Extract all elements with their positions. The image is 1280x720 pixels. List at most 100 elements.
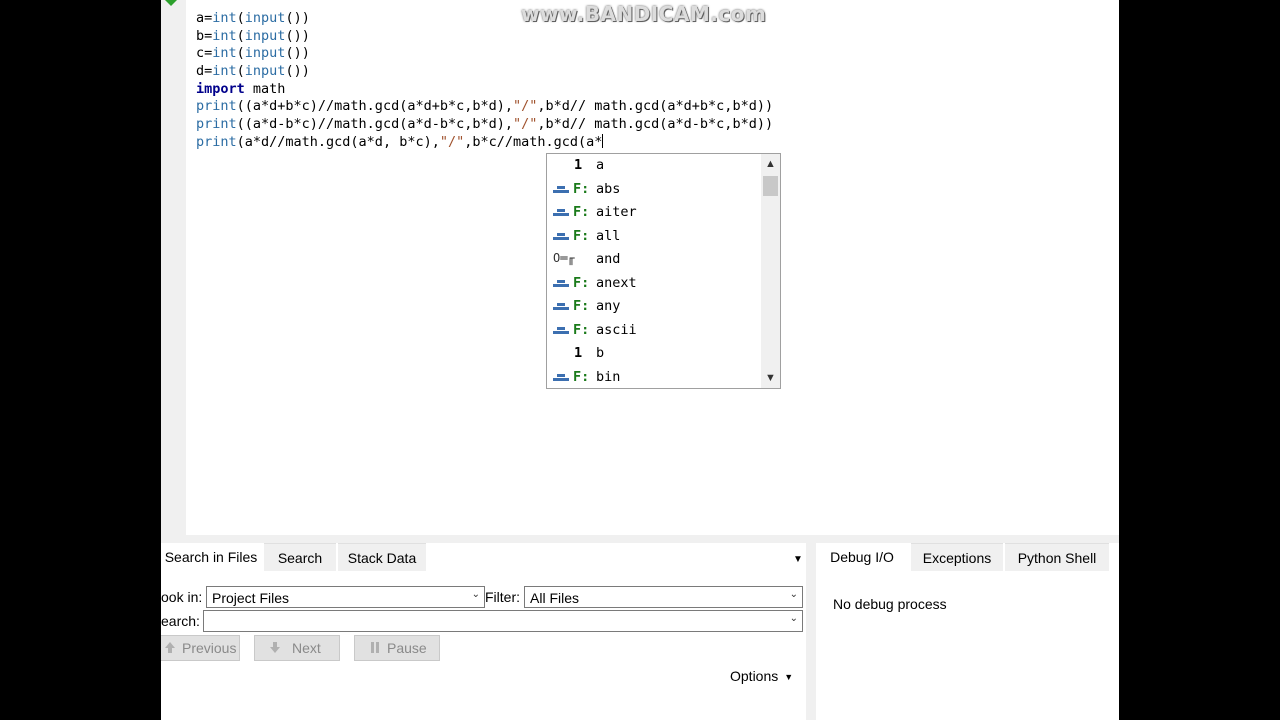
tab-search[interactable]: Search xyxy=(264,543,336,571)
autocomplete-item[interactable]: F: abs xyxy=(547,178,761,202)
code-token: ()) xyxy=(285,10,310,26)
code-line[interactable]: print((a*d+b*c)//math.gcd(a*d+b*c,b*d),"… xyxy=(196,98,773,116)
function-icon xyxy=(553,207,570,217)
tab-stack-data[interactable]: Stack Data xyxy=(338,543,426,571)
code-line[interactable]: print(a*d//math.gcd(a*d, b*c),"/",b*c//m… xyxy=(196,133,773,152)
number-type-icon: 1 xyxy=(574,157,583,173)
scroll-up-icon[interactable]: ▲ xyxy=(761,156,780,172)
code-token: print xyxy=(196,98,237,115)
previous-button[interactable]: Previous xyxy=(161,635,240,661)
filter-select[interactable]: All Files ⌄ xyxy=(524,586,803,608)
function-icon xyxy=(553,325,570,335)
code-token: ()) xyxy=(285,45,310,62)
code-token: int xyxy=(212,45,237,62)
bandicam-watermark: www.BANDICAM.com xyxy=(521,2,767,26)
autocomplete-list[interactable]: 1 a F: abs F: aiter F: all O═╓ and F: anext F: any F: a… xyxy=(547,154,761,389)
autocomplete-item-label: a xyxy=(596,157,605,173)
code-line[interactable]: c=int(input()) xyxy=(196,45,773,63)
autocomplete-item-label: and xyxy=(596,251,621,267)
options-menu[interactable]: Options ▼ xyxy=(730,668,793,684)
autocomplete-popup[interactable]: 1 a F: abs F: aiter F: all O═╓ and F: anext F: any F: a… xyxy=(546,153,781,389)
next-label: Next xyxy=(292,640,321,656)
code-token: int xyxy=(212,10,237,26)
pause-label: Pause xyxy=(387,640,427,656)
code-token: ( xyxy=(236,27,245,44)
code-token: ( xyxy=(236,45,245,62)
code-line[interactable]: d=int(input()) xyxy=(196,63,773,81)
pause-button[interactable]: Pause xyxy=(354,635,440,661)
code-token: print xyxy=(196,133,237,150)
scroll-thumb[interactable] xyxy=(763,176,778,196)
code-token: ( xyxy=(236,63,245,80)
code-token: ,b*c//math.gcd(a* xyxy=(464,133,603,150)
text-caret xyxy=(602,133,604,148)
code-token: "/" xyxy=(512,116,538,133)
search-panel: Search in Files Search Stack Data ▼ ook … xyxy=(161,543,806,720)
code-token: ( xyxy=(236,10,245,26)
autocomplete-item-label: all xyxy=(596,227,621,244)
autocomplete-item-label: ascii xyxy=(596,321,637,338)
code-token: math xyxy=(244,80,286,97)
autocomplete-item[interactable]: F: aiter xyxy=(547,201,761,225)
autocomplete-item[interactable]: F: anext xyxy=(547,272,761,296)
function-type-icon: F: xyxy=(573,368,590,385)
autocomplete-item-label: bin xyxy=(596,368,621,385)
code-editor[interactable]: a=int(input()) b=int(input()) c=int(input(… xyxy=(161,0,1119,535)
look-in-label: ook in: xyxy=(161,589,203,605)
code-token: input xyxy=(244,10,286,26)
code-token: ,b*d// math.gcd(a*d+b*c,b*d)) xyxy=(537,98,774,115)
tab-menu-icon[interactable]: ▼ xyxy=(793,554,803,565)
search-input[interactable]: ⌄ xyxy=(203,610,803,632)
chevron-down-icon: ⌄ xyxy=(789,589,798,600)
code-token: ((a*d+b*c)//math.gcd(a*d+b*c,b*d), xyxy=(236,98,513,115)
autocomplete-item[interactable]: 1a xyxy=(547,154,761,178)
code-token: print xyxy=(196,116,237,133)
autocomplete-item[interactable]: O═╓ and xyxy=(547,248,761,272)
code-token: ()) xyxy=(285,27,310,44)
autocomplete-item[interactable]: 1b xyxy=(547,342,761,366)
tab-python-shell[interactable]: Python Shell xyxy=(1005,543,1109,571)
autocomplete-item-label: abs xyxy=(596,180,621,197)
tab-debug-io[interactable]: Debug I/O xyxy=(816,543,908,571)
number-type-icon: 1 xyxy=(574,345,583,361)
code-token: ((a*d-b*c)//math.gcd(a*d-b*c,b*d), xyxy=(236,116,513,133)
search-label: earch: xyxy=(161,613,200,629)
code-token: int xyxy=(212,27,237,44)
function-icon xyxy=(553,231,570,241)
ide-window: a=int(input()) b=int(input()) c=int(input(… xyxy=(161,0,1119,720)
autocomplete-item[interactable]: F: any xyxy=(547,295,761,319)
code-line[interactable]: b=int(input()) xyxy=(196,28,773,46)
previous-label: Previous xyxy=(182,640,237,656)
code-token: input xyxy=(244,27,286,44)
tab-exceptions[interactable]: Exceptions xyxy=(911,543,1003,571)
function-icon xyxy=(553,301,570,311)
chevron-down-icon: ⌄ xyxy=(789,613,798,624)
code-token: import xyxy=(196,80,245,97)
look-in-value: Project Files xyxy=(212,590,290,606)
autocomplete-item-label: aiter xyxy=(596,204,637,220)
function-type-icon: F: xyxy=(573,274,590,291)
autocomplete-scrollbar[interactable]: ▲ ▼ xyxy=(761,154,780,388)
code-line[interactable]: import math xyxy=(196,81,773,99)
function-type-icon: F: xyxy=(573,298,590,314)
code-token: a= xyxy=(196,10,213,26)
function-type-icon: F: xyxy=(573,227,590,244)
code-token: (a*d//math.gcd(a*d, b*c), xyxy=(236,133,440,150)
code-token: b= xyxy=(196,27,213,44)
autocomplete-item[interactable]: F: ascii xyxy=(547,319,761,343)
function-type-icon: F: xyxy=(573,180,590,197)
code-token: int xyxy=(212,63,237,80)
editor-gutter xyxy=(161,0,186,535)
scroll-down-icon[interactable]: ▼ xyxy=(761,370,780,386)
next-button[interactable]: Next xyxy=(254,635,340,661)
filter-label: Filter: xyxy=(485,589,520,605)
autocomplete-item[interactable]: F: all xyxy=(547,225,761,249)
tab-search-in-files[interactable]: Search in Files xyxy=(161,543,261,571)
code-line[interactable]: print((a*d-b*c)//math.gcd(a*d-b*c,b*d),"… xyxy=(196,116,773,134)
code-area[interactable]: a=int(input()) b=int(input()) c=int(input(… xyxy=(196,10,773,152)
autocomplete-item-label: anext xyxy=(596,274,637,291)
look-in-select[interactable]: Project Files ⌄ xyxy=(206,586,485,608)
code-token: "/" xyxy=(512,98,538,115)
autocomplete-item[interactable]: F: bin xyxy=(547,366,761,390)
filter-value: All Files xyxy=(530,590,580,606)
